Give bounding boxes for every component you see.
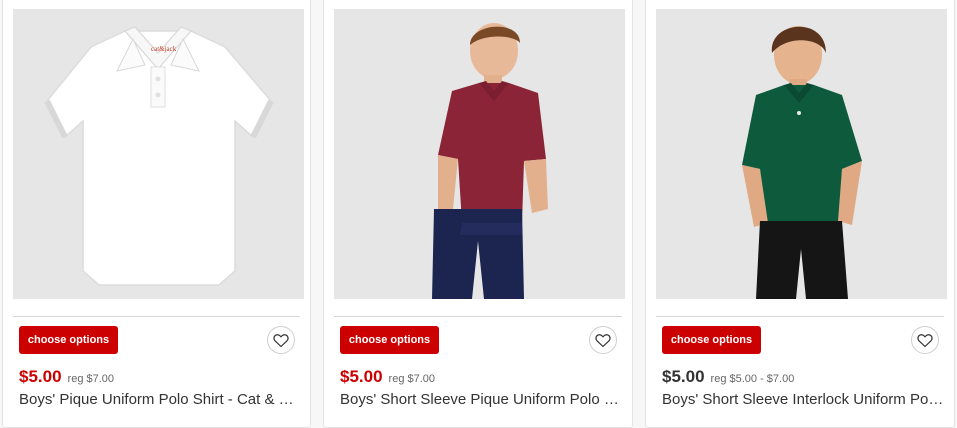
regular-price: reg $7.00: [388, 373, 436, 385]
boy-burgundy-polo-image: [334, 9, 625, 299]
product-card[interactable]: cat&jack choose options $5.00 reg $7.00 B…: [2, 0, 311, 428]
choose-options-button[interactable]: choose options: [662, 326, 761, 354]
sale-price: $5.00: [19, 367, 62, 386]
card-divider: [656, 316, 944, 317]
price-row: $5.00 reg $5.00 - $7.00: [662, 367, 794, 389]
product-title[interactable]: Boys' Pique Uniform Polo Shirt - Cat & J…: [19, 391, 301, 408]
product-title[interactable]: Boys' Short Sleeve Pique Uniform Polo Sh…: [340, 391, 622, 408]
boy-green-polo-image: [656, 9, 947, 299]
heart-icon: [917, 333, 933, 347]
product-card[interactable]: choose options $5.00 reg $5.00 - $7.00 Bo…: [645, 0, 955, 428]
favorite-button[interactable]: [911, 326, 939, 354]
price-row: $5.00 reg $7.00: [19, 367, 114, 389]
regular-price: reg $7.00: [67, 373, 115, 385]
product-card[interactable]: choose options $5.00 reg $7.00 Boys' Shor…: [323, 0, 633, 428]
product-image[interactable]: [334, 9, 625, 299]
heart-icon: [273, 333, 289, 347]
choose-options-button[interactable]: choose options: [340, 326, 439, 354]
price: $5.00: [662, 367, 705, 386]
favorite-button[interactable]: [267, 326, 295, 354]
card-divider: [334, 316, 622, 317]
card-divider: [13, 316, 300, 317]
product-title[interactable]: Boys' Short Sleeve Interlock Uniform Pol…: [662, 391, 944, 408]
regular-price-range: reg $5.00 - $7.00: [710, 373, 795, 385]
price-row: $5.00 reg $7.00: [340, 367, 435, 389]
product-image[interactable]: [656, 9, 947, 299]
svg-text:cat&jack: cat&jack: [151, 45, 177, 53]
heart-icon: [595, 333, 611, 347]
product-image[interactable]: cat&jack: [13, 9, 304, 299]
sale-price: $5.00: [340, 367, 383, 386]
choose-options-button[interactable]: choose options: [19, 326, 118, 354]
favorite-button[interactable]: [589, 326, 617, 354]
product-grid: cat&jack choose options $5.00 reg $7.00 B…: [0, 0, 957, 428]
white-polo-shirt-image: cat&jack: [13, 9, 304, 299]
